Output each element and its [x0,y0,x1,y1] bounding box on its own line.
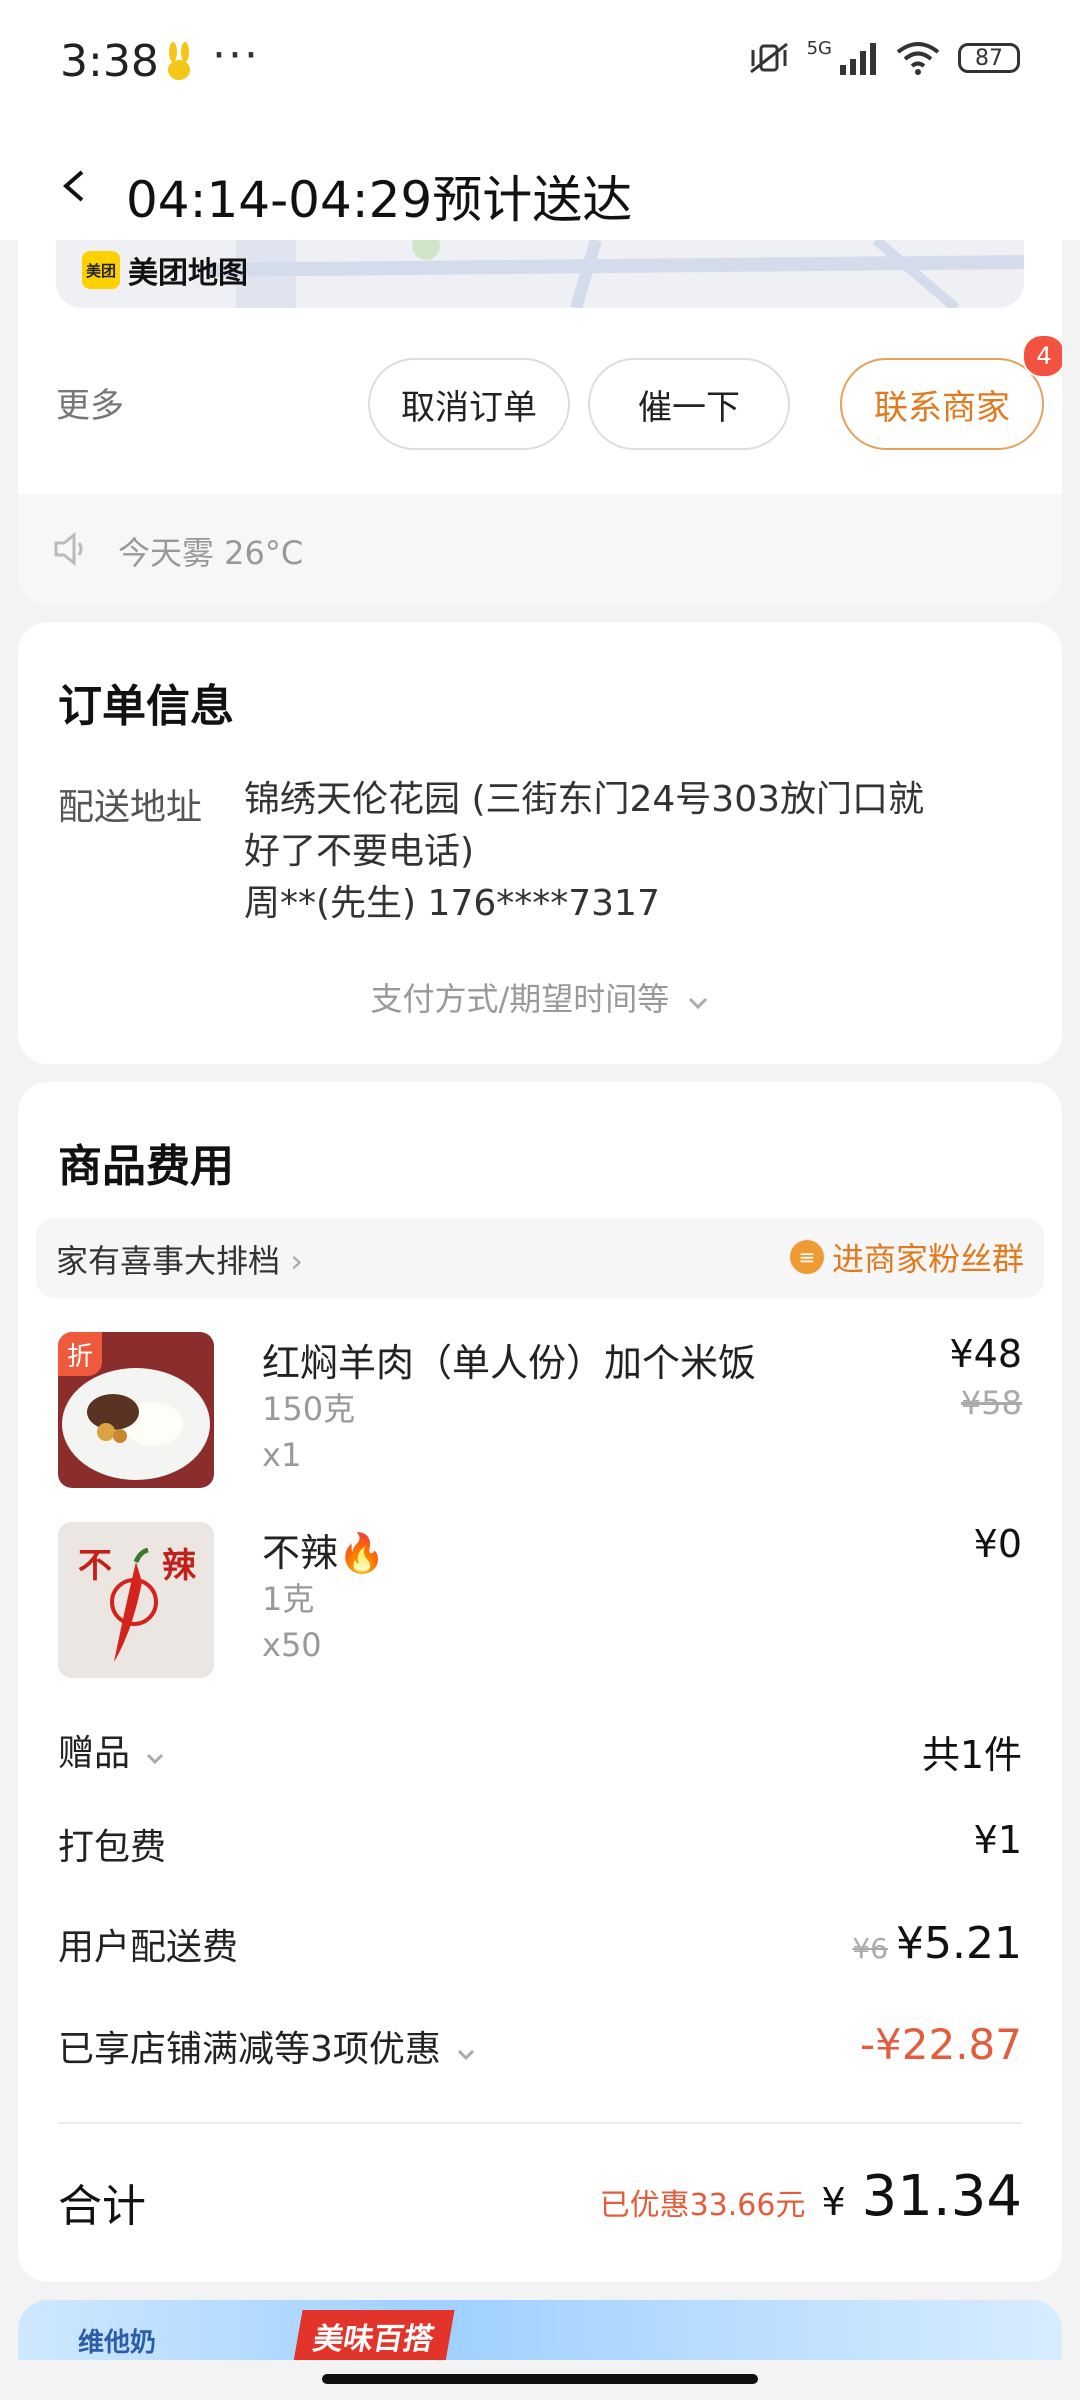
packing-fee-value: ¥1 [973,1818,1022,1862]
banner-brand: 维他奶 [78,2328,157,2358]
more-button[interactable]: 更多 [56,378,124,427]
map-label: 美团地图 [128,256,248,291]
meituan-logo-icon: 美团 [82,251,120,289]
discount-value: -¥22.87 [859,2020,1022,2069]
item-thumbnail: 折 [58,1332,214,1488]
delivery-fee-values: ¥6 ¥5.21 [852,1918,1022,1969]
thumb-text-left: 不 [78,1546,112,1586]
payment-details-label: 支付方式/期望时间等 [370,980,670,1018]
saved-amount: 已优惠33.66元 [599,2188,806,2223]
packing-fee-label: 打包费 [58,1827,167,1868]
shop-bar: 家有喜事大排档 › ≡ 进商家粉丝群 [36,1218,1044,1298]
status-icons: 5G 87 [747,37,1020,76]
chevron-down-icon [689,997,708,1010]
list-item[interactable]: 不 辣 不辣🔥 1克 x50 ¥0 [58,1522,1022,1682]
discount-row[interactable]: 已享店铺满减等3项优惠 -¥22.87 [58,2020,1022,2080]
page-title: 04:14-04:29预计送达 [126,171,633,229]
item-spec: 150克 [262,1390,356,1428]
chevron-down-icon [458,2049,475,2061]
mute-vibrate-icon [749,42,788,74]
delivery-fee-row: 用户配送费 ¥6 ¥5.21 [58,1918,1022,1978]
item-price: ¥48 [949,1332,1022,1376]
contact-badge: 4 [1022,334,1062,378]
delivery-status-card: 美团 美团地图 更多 取消订单 催一下 联系商家 4 今天雾 26°C [18,240,1062,605]
wifi-icon [896,42,940,75]
delivery-fee-value: ¥5.21 [896,1918,1022,1969]
chevron-right-icon: › [290,1242,303,1280]
total-currency: ¥ [821,2180,846,2224]
packing-fee-row: 打包费 ¥1 [58,1818,1022,1878]
gift-value: 共1件 [921,1733,1022,1777]
address-label: 配送地址 [58,787,203,828]
item-name: 红焖羊肉（单人份）加个米饭 [262,1341,757,1385]
discount-label-wrap: 已享店铺满减等3项优惠 [58,2020,476,2072]
back-arrow-icon[interactable] [58,170,90,202]
fans-group-label: 进商家粉丝群 [831,1240,1024,1278]
order-info-card: 订单信息 配送地址 锦绣天伦花园 (三街东门24号303放门口就 好了不要电话)… [18,622,1062,1064]
address-line2: 好了不要电话) [244,831,475,872]
weather-text: 今天雾 26°C [118,534,304,572]
gift-row[interactable]: 赠品 共1件 [58,1724,1022,1784]
shop-name-link[interactable]: 家有喜事大排档 › [56,1236,303,1282]
item-price: ¥0 [973,1522,1022,1566]
more-notifications-icon: ··· [212,30,260,81]
fees-card: 商品费用 家有喜事大排档 › ≡ 进商家粉丝群 折 红焖羊肉（单人份）加个米饭 … [18,1082,1062,2282]
gift-label-wrap: 赠品 [58,1724,165,1776]
weather-bar: 今天雾 26°C [18,494,1062,605]
urge-button[interactable]: 催一下 [588,358,790,450]
fees-title: 商品费用 [58,1141,234,1192]
map-view[interactable]: 美团 美团地图 [56,240,1024,308]
list-item[interactable]: 折 红焖羊肉（单人份）加个米饭 150克 x1 ¥48 ¥58 [58,1332,1022,1492]
discount-label: 已享店铺满减等3项优惠 [58,2029,441,2070]
home-indicator[interactable] [322,2374,758,2384]
discount-tag: 折 [58,1332,102,1376]
address-line1: 锦绣天伦花园 (三街东门24号303放门口就 [244,779,925,820]
chevron-down-icon [147,1753,164,1765]
promo-banner[interactable]: 维他奶 美味百搭 [18,2300,1062,2360]
total-label: 合计 [58,2181,146,2232]
speaker-icon [54,532,83,566]
total-value: 31.34 [861,2164,1022,2229]
signal-icon [840,43,876,75]
recipient-contact: 周**(先生) 176****7317 [244,883,660,924]
page-header: 04:14-04:29预计送达 [0,130,1080,240]
address-block: 锦绣天伦花园 (三街东门24号303放门口就 好了不要电话) 周**(先生) 1… [244,774,1024,930]
thumb-text-right: 辣 [162,1546,196,1586]
order-actions: 更多 取消订单 催一下 联系商家 4 [56,334,1062,450]
cancel-order-button[interactable]: 取消订单 [368,358,570,450]
item-spec: 1克 [262,1580,315,1618]
bunny-icon [168,42,190,80]
item-thumbnail: 不 辣 [58,1522,214,1678]
battery-icon: 87 [958,43,1020,73]
contact-merchant-button[interactable]: 联系商家 [840,358,1044,450]
status-time: 3:38 [60,36,159,87]
status-bar: 3:38 ··· 5G 87 [0,0,1080,130]
delivery-fee-original: ¥6 [852,1932,889,1965]
fans-group-link[interactable]: ≡ 进商家粉丝群 [789,1234,1024,1280]
map-logo: 美团 美团地图 [82,248,248,292]
delivery-fee-label: 用户配送费 [58,1927,239,1968]
divider [58,2122,1022,2124]
network-type: 5G [806,37,832,59]
payment-details-toggle[interactable]: 支付方式/期望时间等 [18,974,1062,1020]
chat-bubble-icon: ≡ [789,1240,824,1274]
total-block: 已优惠33.66元 ¥ 31.34 [600,2164,1022,2229]
gift-label: 赠品 [58,1733,131,1774]
item-original-price: ¥58 [960,1384,1022,1422]
shop-name: 家有喜事大排档 [56,1242,281,1280]
item-qty: x50 [262,1626,322,1664]
item-qty: x1 [262,1436,302,1474]
banner-promo: 美味百搭 [293,2310,455,2360]
item-name: 不辣🔥 [262,1531,386,1575]
order-info-title: 订单信息 [58,681,234,732]
